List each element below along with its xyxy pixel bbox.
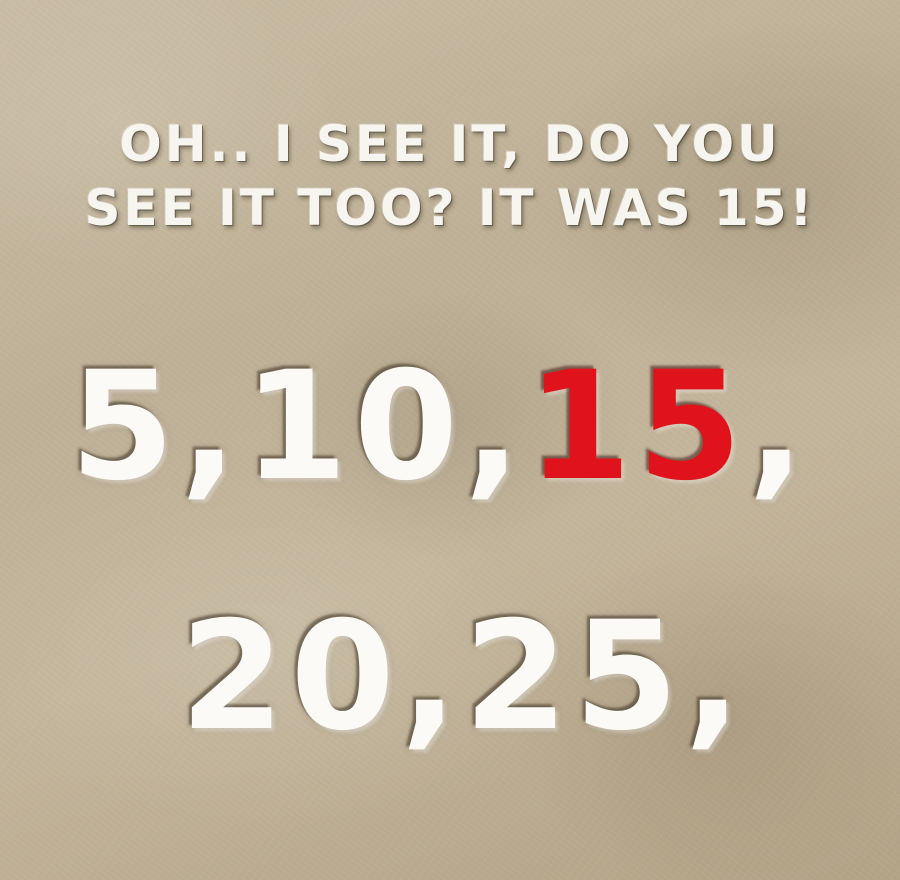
sequence-row-2: 20,25, (180, 590, 747, 764)
caption-line-1: OH.. I SEE IT, DO YOU (119, 115, 781, 173)
sequence-part: , (747, 340, 811, 514)
sequence-part: 5,10, (70, 340, 528, 514)
sequence-part: 20,25, (180, 590, 748, 764)
highlighted-number: 15 (527, 340, 748, 514)
caption-line-2: SEE IT TOO? IT WAS 15! (84, 179, 816, 237)
concrete-wall-image: OH.. I SEE IT, DO YOU SEE IT TOO? IT WAS… (0, 0, 900, 880)
caption: OH.. I SEE IT, DO YOU SEE IT TOO? IT WAS… (60, 112, 840, 240)
sequence-row-1: 5,10,15, (70, 340, 811, 514)
